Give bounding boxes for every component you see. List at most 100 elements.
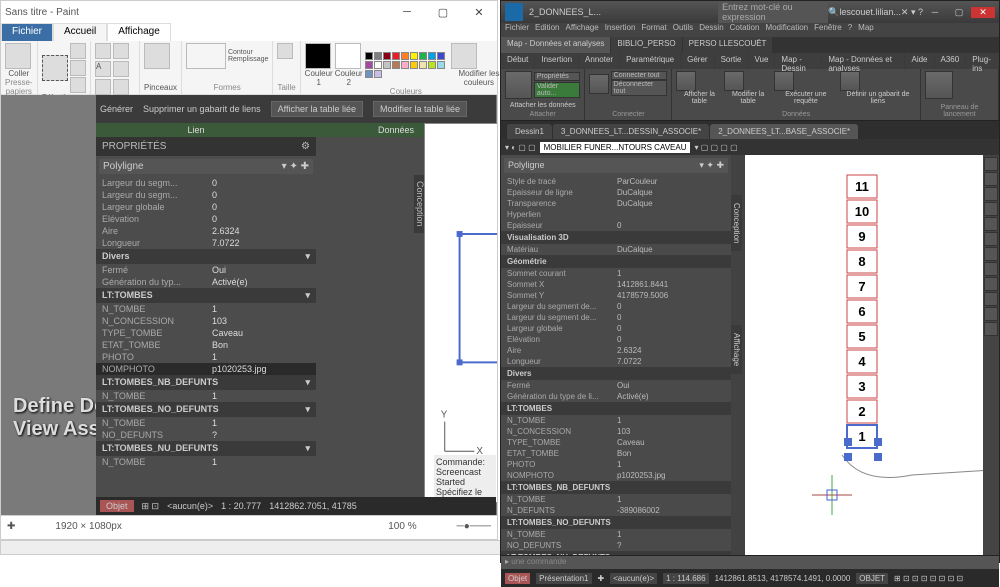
edit-table-icon[interactable] — [724, 71, 744, 91]
emb-afficher-table[interactable]: Afficher la table liée — [271, 101, 363, 117]
property-row[interactable]: N_TOMBE1 — [96, 417, 316, 429]
property-row[interactable]: Largeur du segm...0 — [96, 177, 316, 189]
property-row[interactable]: Epaisseur de ligneDuCalque — [501, 187, 731, 198]
ribbon-tab[interactable]: BIBLIO_PERSO — [611, 37, 681, 53]
property-row[interactable]: TYPE_TOMBECaveau — [96, 327, 316, 339]
tool-icon[interactable] — [984, 172, 998, 186]
document-tab[interactable]: 2_DONNEES_LT...BASE_ASSOCIE* — [710, 124, 858, 139]
ribbon-subtab[interactable]: A360 — [935, 53, 966, 69]
acad-command-line[interactable]: ▸ une commande — [501, 555, 999, 569]
edit-colors-icon[interactable] — [451, 43, 477, 69]
menu-item[interactable]: Fichier — [505, 23, 529, 37]
user-label[interactable]: lescouet.lilian... — [839, 7, 901, 17]
menu-item[interactable]: Affichage — [565, 23, 598, 37]
autocad-logo-icon[interactable] — [505, 3, 523, 21]
ribbon-subtab[interactable]: Annoter — [579, 53, 619, 69]
property-row[interactable]: NOMPHOTOp1020253.jpg — [96, 363, 316, 375]
menu-item[interactable]: Edition — [535, 23, 559, 37]
show-table-icon[interactable] — [676, 71, 696, 91]
minimize-button[interactable]: ─ — [389, 6, 425, 18]
embedded-viewport[interactable]: X Y — [424, 123, 497, 503]
property-row[interactable]: Largeur du segment de...0 — [501, 312, 731, 323]
property-row[interactable]: NO_DEFUNTS? — [501, 540, 731, 551]
property-row[interactable]: Génération du type de li...Activé(e) — [501, 391, 731, 402]
panel-menu-icon[interactable]: ⚙ — [301, 141, 310, 152]
close-button[interactable]: ✕ — [971, 7, 995, 18]
emb-modifier-table[interactable]: Modifier la table liée — [373, 101, 467, 117]
color1-swatch[interactable] — [305, 43, 331, 69]
tool-icon[interactable] — [984, 217, 998, 231]
tool-icon[interactable] — [984, 292, 998, 306]
property-row[interactable]: PHOTO1 — [501, 459, 731, 470]
menu-item[interactable]: Insertion — [605, 23, 636, 37]
ribbon-subtab[interactable]: Gérer — [681, 53, 713, 69]
property-row[interactable]: N_TOMBE1 — [96, 390, 316, 402]
property-row[interactable]: Génération du typ...Activé(e) — [96, 276, 316, 288]
menu-item[interactable]: ? — [848, 23, 852, 37]
emb-generer[interactable]: Générer — [100, 104, 133, 114]
tool-icon[interactable] — [984, 157, 998, 171]
run-query-icon[interactable] — [774, 71, 794, 91]
define-template-icon[interactable] — [840, 71, 860, 91]
rotate-icon[interactable] — [70, 77, 86, 93]
property-row[interactable]: ETAT_TOMBEBon — [96, 339, 316, 351]
validate-button[interactable]: Valider auto... — [534, 82, 581, 98]
property-row[interactable]: TYPE_TOMBECaveau — [501, 437, 731, 448]
menu-item[interactable]: Format — [641, 23, 666, 37]
minimize-button[interactable]: ─ — [923, 7, 947, 17]
resize-icon[interactable] — [70, 60, 86, 76]
launch-panel-icon[interactable] — [925, 71, 953, 99]
document-tab[interactable]: 3_DONNEES_LT...DESSIN_ASSOCIE* — [553, 124, 709, 139]
zoom-slider[interactable]: ─●─── — [457, 521, 491, 532]
property-row[interactable]: Elévation0 — [501, 334, 731, 345]
property-row[interactable]: Largeur du segment de...0 — [501, 301, 731, 312]
tool-icon[interactable] — [984, 277, 998, 291]
property-row[interactable]: Epaisseur0 — [501, 220, 731, 231]
property-row[interactable]: NO_DEFUNTS? — [96, 429, 316, 441]
tool-icon[interactable] — [984, 307, 998, 321]
tool-icon[interactable] — [984, 187, 998, 201]
magnifier-icon[interactable] — [113, 79, 129, 95]
property-row[interactable]: Style de tracéParCouleur — [501, 176, 731, 187]
search-input[interactable]: Entrez mot-clé ou expression — [718, 1, 828, 23]
paint-canvas[interactable]: Define Docu View Associ Générer Supprime… — [1, 95, 497, 515]
ribbon-tab[interactable]: PERSO LLESCOUËT — [683, 37, 773, 53]
ribbon-subtab[interactable]: Map - Données et analyses — [822, 53, 904, 69]
property-row[interactable]: MatériauDuCalque — [501, 244, 731, 255]
tool-icon[interactable] — [984, 262, 998, 276]
properties-button[interactable]: Propriétés — [534, 72, 581, 81]
ribbon-subtab[interactable]: Plug-ins — [966, 53, 999, 69]
shapes-gallery[interactable] — [186, 43, 226, 69]
menu-item[interactable]: Outils — [673, 23, 693, 37]
ribbon-subtab[interactable]: Insertion — [535, 53, 578, 69]
text-icon[interactable]: A — [95, 61, 111, 77]
property-row[interactable]: PHOTO1 — [96, 351, 316, 363]
property-row[interactable]: N_TOMBE1 — [501, 494, 731, 505]
crop-icon[interactable] — [70, 43, 86, 59]
menu-item[interactable]: Cotation — [730, 23, 760, 37]
eraser-icon[interactable] — [113, 61, 129, 77]
side-tab-conception[interactable]: Conception — [731, 195, 742, 251]
tool-icon[interactable] — [984, 322, 998, 336]
property-row[interactable]: NOMPHOTOp1020253.jpg — [501, 470, 731, 481]
property-row[interactable]: Largeur globale0 — [501, 323, 731, 334]
property-row[interactable]: Largeur du segm...0 — [96, 189, 316, 201]
property-row[interactable]: N_TOMBE1 — [501, 415, 731, 426]
property-row[interactable]: TransparenceDuCalque — [501, 198, 731, 209]
property-row[interactable]: Largeur globale0 — [96, 201, 316, 213]
property-row[interactable]: N_DEFUNTS-389086002 — [501, 505, 731, 516]
property-row[interactable]: N_TOMBE1 — [96, 456, 316, 468]
maximize-button[interactable]: ▢ — [425, 6, 461, 19]
tab-accueil[interactable]: Accueil — [53, 23, 107, 41]
fill-icon[interactable] — [113, 43, 129, 59]
property-row[interactable]: Sommet Y4178579.5006 — [501, 290, 731, 301]
menu-item[interactable]: Map — [858, 23, 874, 37]
side-tab-affichage[interactable]: Affichage — [731, 325, 742, 374]
property-row[interactable]: N_CONCESSION103 — [96, 315, 316, 327]
property-row[interactable]: Elévation0 — [96, 213, 316, 225]
menu-item[interactable]: Fenêtre — [814, 23, 842, 37]
acad-viewport[interactable]: 1110987654321 — [745, 155, 999, 555]
menu-item[interactable]: Modification — [765, 23, 808, 37]
brushes-icon[interactable] — [144, 43, 170, 69]
property-row[interactable]: FerméOui — [96, 264, 316, 276]
